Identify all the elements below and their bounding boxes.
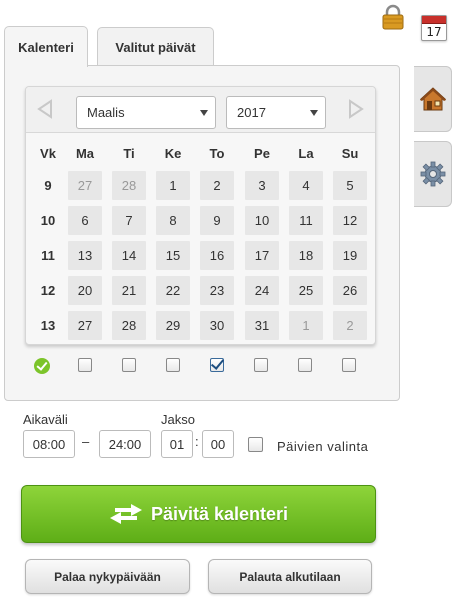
week-number-header: Vk xyxy=(40,146,56,161)
weekday-header: Ke xyxy=(164,146,182,161)
calendar-day[interactable]: 8 xyxy=(156,206,190,235)
aikavali-label: Aikaväli xyxy=(23,412,68,427)
weekday-header: To xyxy=(209,146,225,161)
weekday-header: Pe xyxy=(254,146,270,161)
tab-kalenteri-label: Kalenteri xyxy=(18,39,74,55)
calendar-day[interactable]: 24 xyxy=(245,276,279,305)
update-calendar-label: Päivitä kalenteri xyxy=(150,503,289,524)
jakso-minutes-input[interactable]: 00 xyxy=(202,430,234,458)
weekday-checkbox[interactable] xyxy=(254,358,268,372)
jakso-label: Jakso xyxy=(161,412,195,427)
calendar-day[interactable]: 31 xyxy=(245,311,279,340)
calendar-day[interactable]: 20 xyxy=(68,276,102,305)
reset-button[interactable]: Palauta alkutilaan xyxy=(208,559,372,594)
calendar-day[interactable]: 2 xyxy=(200,171,234,200)
week-number[interactable]: 13 xyxy=(31,318,65,333)
tab-valitut-paivat-label: Valitut päivät xyxy=(115,39,196,55)
tab-kalenteri[interactable]: Kalenteri xyxy=(4,26,88,67)
return-today-label: Palaa nykypäivään xyxy=(54,569,161,584)
weekday-header: Ma xyxy=(75,146,95,161)
calendar-day[interactable]: 6 xyxy=(68,206,102,235)
calendar-icon-day: 17 xyxy=(426,25,442,39)
lock-icon[interactable] xyxy=(382,4,404,30)
home-tab[interactable] xyxy=(414,66,452,132)
weekday-checkbox[interactable] xyxy=(78,358,92,372)
week-number[interactable]: 12 xyxy=(31,283,65,298)
month-select-value: Maalis xyxy=(87,105,125,120)
month-select[interactable]: Maalis xyxy=(76,96,216,129)
calendar-day[interactable]: 7 xyxy=(112,206,146,235)
year-select[interactable]: 2017 xyxy=(226,96,326,129)
calendar-day[interactable]: 2 xyxy=(333,311,367,340)
calendar-day[interactable]: 1 xyxy=(156,171,190,200)
calendar-day[interactable]: 22 xyxy=(156,276,190,305)
calendar-day[interactable]: 4 xyxy=(289,171,323,200)
calendar-day[interactable]: 17 xyxy=(245,241,279,270)
paivien-valinta-label: Päivien valinta xyxy=(277,439,369,454)
calendar-day[interactable]: 15 xyxy=(156,241,190,270)
weekday-header: Ti xyxy=(123,146,135,161)
weekday-checkbox[interactable] xyxy=(342,358,356,372)
start-time-input[interactable]: 08:00 xyxy=(23,430,75,458)
weekday-checkbox[interactable] xyxy=(166,358,180,372)
calendar-day[interactable]: 30 xyxy=(200,311,234,340)
weekday-header: Su xyxy=(341,146,359,161)
paivien-valinta-checkbox[interactable] xyxy=(248,437,263,452)
calendar-day[interactable]: 3 xyxy=(245,171,279,200)
next-month-icon[interactable] xyxy=(347,99,365,119)
tab-valitut-paivat[interactable]: Valitut päivät xyxy=(97,27,214,66)
update-calendar-button[interactable]: Päivitä kalenteri xyxy=(21,485,376,543)
calendar-day[interactable]: 9 xyxy=(200,206,234,235)
calendar-day[interactable]: 14 xyxy=(112,241,146,270)
select-all-check-icon[interactable] xyxy=(34,358,50,374)
weekday-header: La xyxy=(298,146,314,161)
calendar-day[interactable]: 13 xyxy=(68,241,102,270)
week-number[interactable]: 10 xyxy=(31,213,65,228)
jakso-hours-input[interactable]: 01 xyxy=(161,430,193,458)
swap-arrows-icon xyxy=(109,504,142,524)
week-number[interactable]: 11 xyxy=(31,248,65,263)
calendar-panel: Maalis 2017 Vk Ma Ti Ke To Pe La Su 9 27 28 1 2 3 4 5 10… xyxy=(4,65,400,401)
time-range-dash: – xyxy=(82,434,90,449)
calendar-day[interactable]: 16 xyxy=(200,241,234,270)
weekday-checkbox[interactable] xyxy=(210,358,224,372)
calendar-day[interactable]: 27 xyxy=(68,311,102,340)
calendar-day[interactable]: 28 xyxy=(112,311,146,340)
calendar-day[interactable]: 11 xyxy=(289,206,323,235)
calendar-day[interactable]: 27 xyxy=(68,171,102,200)
gear-icon xyxy=(420,161,445,187)
calendar-day[interactable]: 25 xyxy=(289,276,323,305)
calendar-header: Maalis 2017 xyxy=(26,87,375,133)
calendar-day[interactable]: 21 xyxy=(112,276,146,305)
calendar-day[interactable]: 19 xyxy=(333,241,367,270)
prev-month-icon[interactable] xyxy=(36,99,54,119)
week-number[interactable]: 9 xyxy=(31,178,65,193)
calendar-day[interactable]: 1 xyxy=(289,311,323,340)
calendar-widget: Maalis 2017 Vk Ma Ti Ke To Pe La Su 9 27 28 1 2 3 4 5 10… xyxy=(25,86,376,345)
chevron-down-icon xyxy=(200,110,208,116)
weekday-checkbox[interactable] xyxy=(122,358,136,372)
reset-label: Palauta alkutilaan xyxy=(239,569,341,584)
return-today-button[interactable]: Palaa nykypäivään xyxy=(25,559,190,594)
calendar-day[interactable]: 29 xyxy=(156,311,190,340)
calendar-day[interactable]: 23 xyxy=(200,276,234,305)
calendar-day[interactable]: 12 xyxy=(333,206,367,235)
jakso-colon: : xyxy=(195,434,199,449)
house-icon xyxy=(419,87,446,111)
chevron-down-icon xyxy=(310,110,318,116)
calendar-day[interactable]: 18 xyxy=(289,241,323,270)
year-select-value: 2017 xyxy=(237,105,266,120)
end-time-input[interactable]: 24:00 xyxy=(99,430,151,458)
calendar-day[interactable]: 5 xyxy=(333,171,367,200)
calendar-day[interactable]: 10 xyxy=(245,206,279,235)
settings-tab[interactable] xyxy=(414,141,452,207)
weekday-checkbox[interactable] xyxy=(298,358,312,372)
calendar-day[interactable]: 26 xyxy=(333,276,367,305)
calendar-icon[interactable]: 17 xyxy=(421,15,447,41)
calendar-day[interactable]: 28 xyxy=(112,171,146,200)
